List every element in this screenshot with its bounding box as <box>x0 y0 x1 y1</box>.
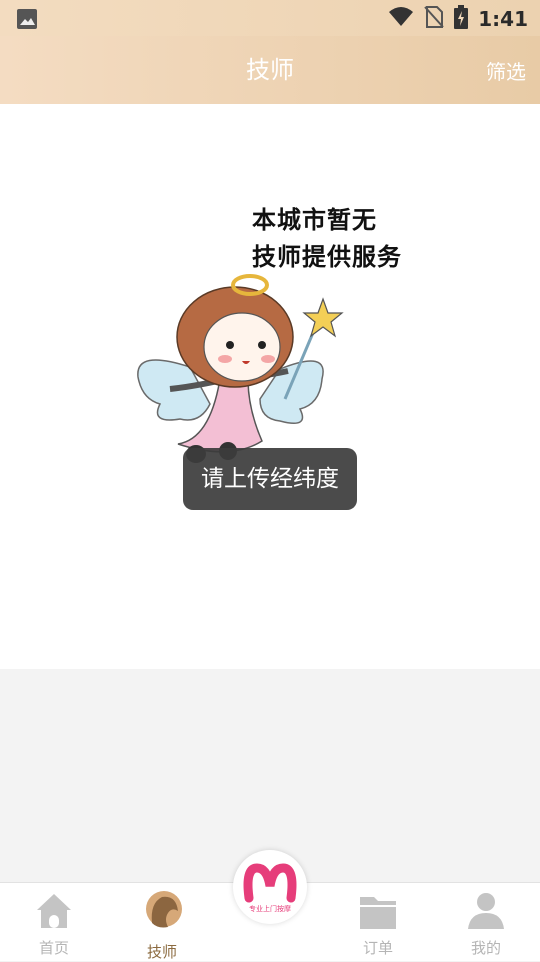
status-time: 1:41 <box>478 7 528 31</box>
tab-home-label: 首页 <box>38 939 69 957</box>
tab-orders-label: 订单 <box>362 939 393 957</box>
battery-charging-icon <box>454 5 469 33</box>
tab-technician-label: 技师 <box>146 943 177 961</box>
user-icon <box>468 893 504 929</box>
center-logo-button[interactable]: 专业上门按摩 <box>233 850 307 924</box>
tab-technician[interactable]: 技师 <box>108 883 216 961</box>
tab-profile-label: 我的 <box>470 939 501 957</box>
home-icon <box>37 894 71 928</box>
page-title: 技师 <box>246 56 294 84</box>
tab-orders[interactable]: 订单 <box>324 883 432 961</box>
brand-logo-icon <box>243 863 297 903</box>
tab-home[interactable]: 首页 <box>0 883 108 961</box>
angel-girl-illustration <box>137 274 344 463</box>
technician-icon <box>146 891 182 928</box>
wifi-icon <box>388 6 414 32</box>
no-sim-icon <box>424 5 444 33</box>
app-header: 技师 筛选 <box>0 36 540 104</box>
status-bar: 1:41 <box>0 0 540 36</box>
filter-button[interactable]: 筛选 <box>486 36 526 108</box>
folder-icon <box>360 897 396 929</box>
image-icon <box>16 8 38 34</box>
toast-message: 请上传经纬度 <box>183 448 357 510</box>
main-content: 本城市暂无 技师提供服务 请上传经纬度 <box>0 104 540 669</box>
tab-profile[interactable]: 我的 <box>432 883 540 961</box>
logo-caption: 专业上门按摩 <box>249 905 291 913</box>
